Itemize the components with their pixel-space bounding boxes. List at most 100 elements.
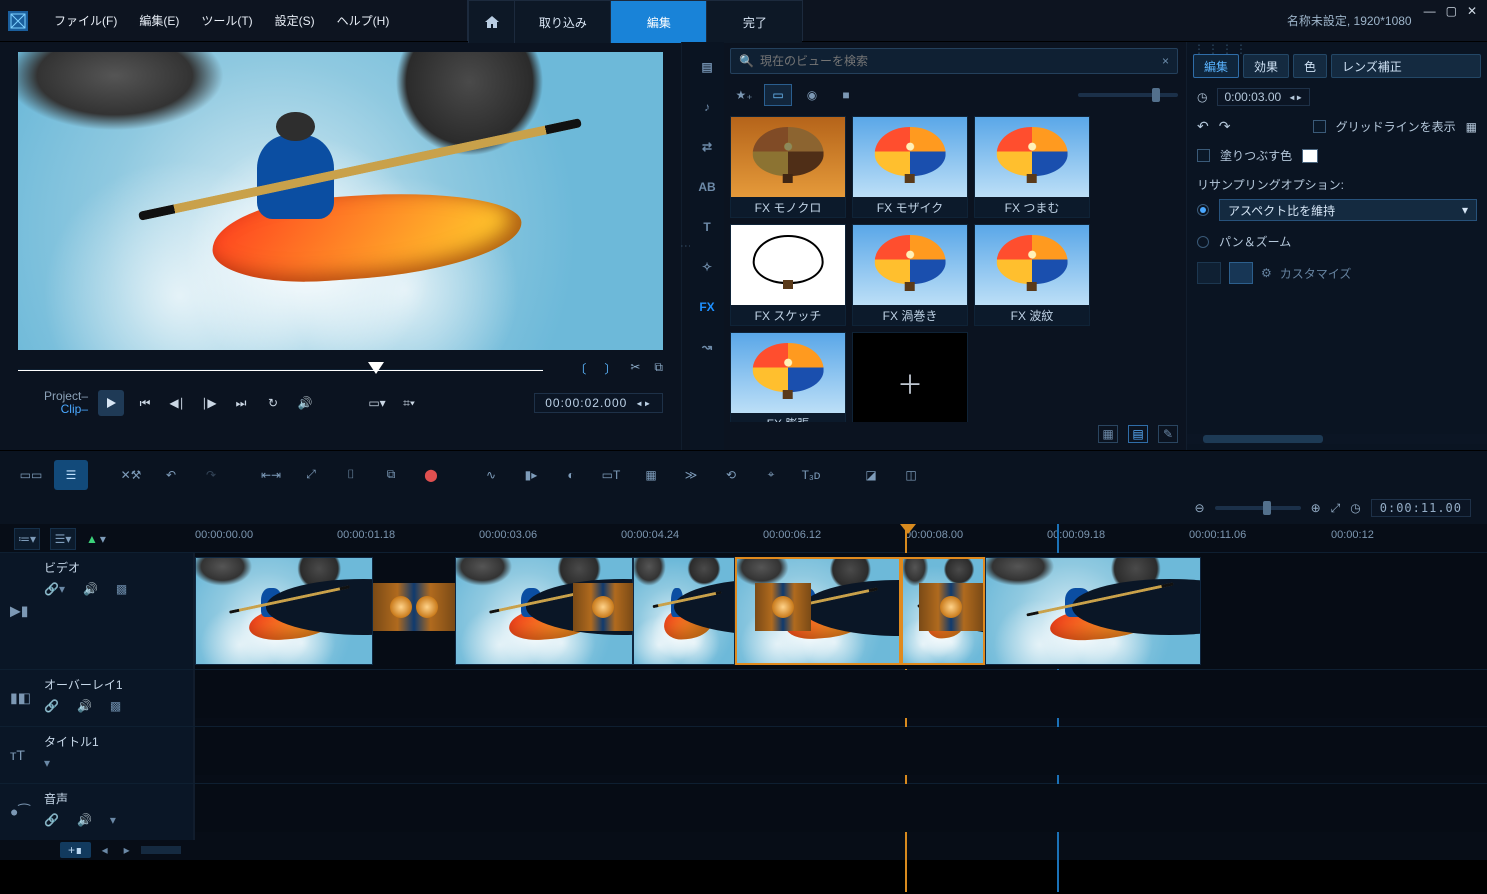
scissors-icon[interactable]: ✂ [630, 360, 640, 377]
transition-clip[interactable] [373, 583, 455, 631]
expand-icon[interactable]: ⧉ [654, 360, 663, 377]
tab-edit[interactable]: 編集 [610, 1, 706, 43]
3d-title-button[interactable]: T₃ᴅ [794, 460, 828, 490]
fill-color-swatch[interactable] [1302, 149, 1318, 163]
grid-checkbox[interactable] [1313, 120, 1326, 133]
pane-resize-handle[interactable]: ⋮ [682, 42, 690, 450]
menu-help[interactable]: ヘルプ(H) [337, 12, 390, 29]
expand-track-icon[interactable]: ▾ [110, 813, 116, 827]
thumb-size-slider[interactable] [1078, 93, 1178, 97]
color-grading-button[interactable]: ◪ [854, 460, 888, 490]
playhead-icon[interactable] [368, 362, 384, 374]
fx-thumb-mosaic[interactable]: FX モザイク [852, 116, 968, 218]
cat-text-icon[interactable]: T [694, 216, 720, 238]
subtitles-button[interactable]: ▭T [594, 460, 628, 490]
transition-clip[interactable] [755, 583, 811, 631]
resample-select[interactable]: アスペクト比を維持▾ [1219, 199, 1477, 221]
flag-right-icon[interactable]: ↷ [1219, 118, 1231, 135]
library-search-input[interactable] [760, 54, 1156, 68]
scroll-left-icon[interactable]: ◂ [97, 843, 113, 857]
tab-home[interactable] [468, 1, 514, 43]
favorite-filter-button[interactable]: ★₊ [730, 84, 758, 106]
fill-checkbox[interactable] [1197, 149, 1210, 162]
flag-left-icon[interactable]: ↶ [1197, 118, 1209, 135]
timeline-view-button[interactable]: ☰ [54, 460, 88, 490]
split-screen-button[interactable]: ▦ [634, 460, 668, 490]
cat-motion-icon[interactable]: ↝ [694, 336, 720, 358]
play-button[interactable] [98, 390, 124, 416]
time-ruler[interactable]: 00:00:00.00 00:00:01.18 00:00:03.06 00:0… [195, 524, 1487, 552]
clear-search-icon[interactable]: × [1162, 54, 1169, 68]
cat-audio-icon[interactable]: ♪ [694, 96, 720, 118]
cat-media-icon[interactable]: ▤ [694, 56, 720, 78]
preset-2-button[interactable] [1229, 262, 1253, 284]
rotate-button[interactable]: ⟲ [714, 460, 748, 490]
opt-tab-lens[interactable]: レンズ補正 [1331, 54, 1481, 78]
mark-out-icon[interactable]: 〕 [604, 360, 616, 377]
menu-tools[interactable]: ツール(T) [201, 12, 252, 29]
mosaic-icon[interactable]: ▩ [116, 582, 127, 596]
opt-tab-effect[interactable]: 効果 [1243, 54, 1289, 78]
mask-button[interactable]: ◐ [554, 460, 588, 490]
fx-thumb-pinch[interactable]: FX つまむ [974, 116, 1090, 218]
lib-view-grid-icon[interactable]: ▤ [1128, 425, 1148, 443]
fx-thumb-vortex[interactable]: FX 渦巻き [852, 224, 968, 326]
preview-timecode[interactable]: 00:00:02.000 ◂▸ [534, 393, 663, 413]
tracklist-menu-button[interactable]: ≔▾ [14, 528, 40, 550]
go-end-button[interactable]: ⏭ [230, 392, 252, 414]
fx-add-button[interactable]: ＋ [852, 332, 968, 422]
loop-button[interactable]: ↻ [262, 392, 284, 414]
link-icon[interactable]: 🔗▾ [44, 582, 65, 596]
opt-tab-edit[interactable]: 編集 [1193, 54, 1239, 78]
link-icon[interactable]: 🔗 [44, 813, 59, 827]
overlay-lane[interactable] [195, 670, 1487, 718]
preset-1-button[interactable] [1197, 262, 1221, 284]
preview-viewport[interactable] [18, 52, 663, 350]
transition-clip[interactable] [919, 583, 983, 631]
grid-settings-icon[interactable]: ▦ [1466, 120, 1477, 134]
fit-button[interactable]: ⤢ [294, 460, 328, 490]
zoom-fit-icon[interactable]: ⤢ [1331, 501, 1341, 516]
link-icon[interactable]: 🔗 [44, 699, 59, 713]
tracking-button[interactable]: ⌖ [754, 460, 788, 490]
video-clip[interactable] [633, 557, 735, 665]
duration-field[interactable]: 0:00:03.00 ◂▸ [1217, 88, 1309, 106]
pane-grip-icon[interactable]: ⋮⋮⋮⋮ [1187, 42, 1487, 54]
title-lane[interactable] [195, 727, 1487, 775]
mute-icon[interactable]: 🔊 [83, 582, 98, 596]
redo-button[interactable]: ↷ [194, 460, 228, 490]
ripple-button[interactable]: ⧉ [374, 460, 408, 490]
resample-keep-radio[interactable] [1197, 204, 1209, 216]
mark-in-icon[interactable]: 〔 [574, 360, 586, 377]
fx-thumb-brightness[interactable]: FX 膨張 [730, 332, 846, 422]
lib-edit-icon[interactable]: ✎ [1158, 425, 1178, 443]
view-thumbs-button[interactable]: ▭ [764, 84, 792, 106]
scroll-right-icon[interactable]: ▸ [119, 843, 135, 857]
view-solid-button[interactable]: ■ [832, 84, 860, 106]
close-icon[interactable]: ✕ [1467, 4, 1477, 18]
crop-tool-button[interactable]: ▭▾ [366, 392, 388, 414]
panzoom-radio[interactable] [1197, 236, 1209, 248]
cat-titles-icon[interactable]: AB [694, 176, 720, 198]
tab-finish[interactable]: 完了 [706, 1, 802, 43]
speed-button[interactable]: ≫ [674, 460, 708, 490]
cat-overlays-icon[interactable]: ✧ [694, 256, 720, 278]
fx-thumb-sketch[interactable]: FX スケッチ [730, 224, 846, 326]
video-lane[interactable] [195, 553, 1487, 669]
add-track-tab[interactable]: +∎ [60, 842, 91, 858]
mosaic-icon[interactable]: ▩ [110, 699, 121, 713]
menu-file[interactable]: ファイル(F) [54, 12, 117, 29]
storyboard-view-button[interactable]: ▭▭ [14, 460, 48, 490]
video-clip[interactable] [195, 557, 373, 665]
audio-lane[interactable] [195, 784, 1487, 832]
customize-label[interactable]: カスタマイズ [1280, 265, 1352, 282]
menu-settings[interactable]: 設定(S) [275, 12, 315, 29]
mute-icon[interactable]: 🔊 [77, 813, 92, 827]
step-fwd-button[interactable]: ∣▶ [198, 392, 220, 414]
cat-fx-icon[interactable]: FX [694, 296, 720, 318]
cat-transitions-icon[interactable]: ⇄ [694, 136, 720, 158]
timeline-scrollbar[interactable]: +∎ ◂ ▸ [0, 840, 1487, 860]
snap-button[interactable]: ⌷ [334, 460, 368, 490]
go-start-button[interactable]: ⏮ [134, 392, 156, 414]
view-audio-button[interactable]: ◉ [798, 84, 826, 106]
